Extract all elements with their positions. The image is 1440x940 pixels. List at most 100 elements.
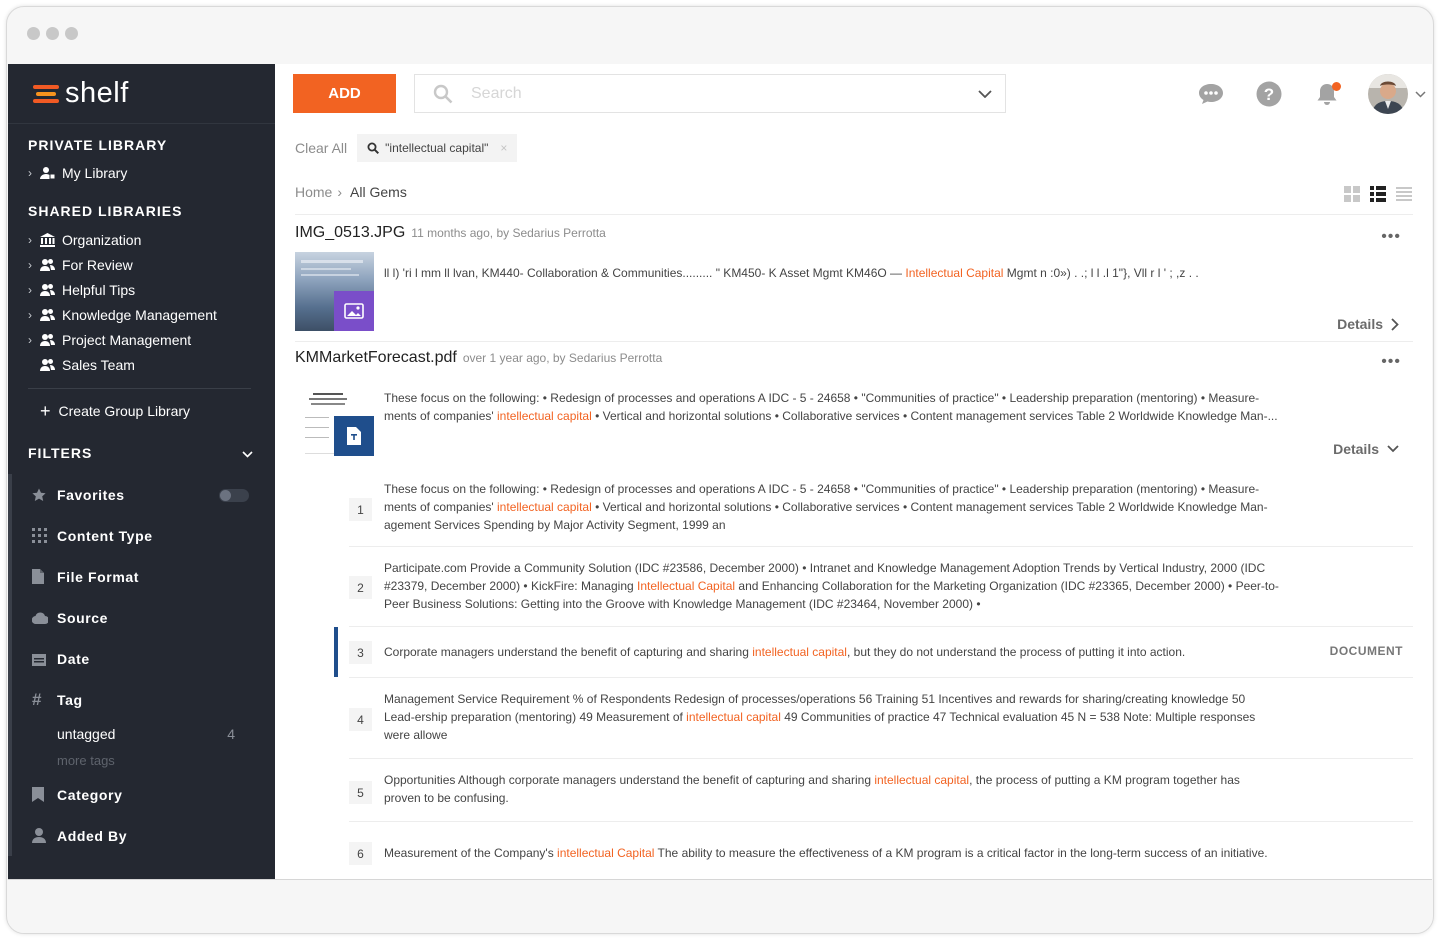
clear-all-link[interactable]: Clear All xyxy=(295,140,347,156)
chevron-right-icon[interactable]: › xyxy=(28,258,40,272)
search-icon xyxy=(415,84,471,104)
filters-header[interactable]: FILTERS xyxy=(8,441,275,465)
window-dot[interactable] xyxy=(27,27,40,40)
grid-view-icon[interactable] xyxy=(1344,186,1360,207)
filter-tag[interactable]: # Tag xyxy=(8,679,275,720)
bell-icon[interactable] xyxy=(1298,72,1356,116)
filter-label: Category xyxy=(57,786,123,803)
gem-card[interactable]: IMG_0513.JPG 11 months ago, by Sedarius … xyxy=(295,224,1413,339)
close-icon[interactable]: × xyxy=(500,141,507,155)
more-options-icon[interactable]: ••• xyxy=(1381,228,1401,246)
search-result[interactable]: 6 Measurement of the Company's intellect… xyxy=(349,822,1413,879)
filter-source[interactable]: Source xyxy=(8,597,275,638)
sidebar-item-sales-team[interactable]: Sales Team xyxy=(8,352,275,377)
gem-card[interactable]: KMMarketForecast.pdf over 1 year ago, by… xyxy=(295,349,1413,464)
result-number: 2 xyxy=(349,576,372,599)
users-icon xyxy=(40,358,62,371)
search-result[interactable]: 5 Opportunities Although corporate manag… xyxy=(349,759,1413,822)
search-result[interactable]: 4 Management Service Requirement % of Re… xyxy=(349,678,1413,759)
sidebar-item-my-library[interactable]: › My Library xyxy=(8,160,275,185)
snippet-text: ll l) 'ri l mm ll lvan, KM440- Collabora… xyxy=(384,266,906,280)
breadcrumb-home[interactable]: Home xyxy=(295,184,332,200)
top-bar: ADD ? xyxy=(275,64,1432,124)
chevron-down-icon[interactable] xyxy=(965,89,1005,98)
window-dot[interactable] xyxy=(46,27,59,40)
result-type-label: DOCUMENT xyxy=(1329,644,1403,658)
snippet-highlight: intellectual capital xyxy=(497,409,592,423)
document-badge-icon xyxy=(334,416,374,456)
result-text-part: The ability to measure the effectiveness… xyxy=(654,846,1268,860)
favorites-toggle[interactable] xyxy=(219,489,249,502)
more-options-icon[interactable]: ••• xyxy=(1381,353,1401,371)
result-number: 4 xyxy=(349,708,372,731)
sidebar-item-label: Helpful Tips xyxy=(62,281,136,298)
filter-date[interactable]: Date xyxy=(8,638,275,679)
details-button[interactable]: Details xyxy=(1333,441,1399,457)
breadcrumb: Home › All Gems xyxy=(295,184,407,200)
more-tags-link[interactable]: more tags xyxy=(8,747,275,774)
bookmark-icon xyxy=(32,774,44,815)
search-input[interactable] xyxy=(471,84,965,103)
users-icon xyxy=(40,258,62,271)
filter-file-format[interactable]: File Format xyxy=(8,556,275,597)
chat-icon[interactable] xyxy=(1182,72,1240,116)
result-number: 1 xyxy=(349,498,372,521)
search-result[interactable]: 1 These focus on the following: • Redesi… xyxy=(349,467,1413,547)
filter-label: Date xyxy=(57,650,90,667)
sidebar-item-label: Organization xyxy=(62,231,142,248)
snippet-highlight: Intellectual Capital xyxy=(905,266,1004,280)
search-result[interactable]: 2 Participate.com Provide a Community So… xyxy=(349,547,1413,627)
sidebar-item-label: Project Management xyxy=(62,331,192,348)
search-bar[interactable] xyxy=(414,74,1006,113)
create-group-library-button[interactable]: + Create Group Library xyxy=(8,399,275,423)
gem-title[interactable]: IMG_0513.JPG xyxy=(295,224,405,242)
window-dot[interactable] xyxy=(65,27,78,40)
details-label: Details xyxy=(1337,316,1383,332)
list-view-icon[interactable] xyxy=(1370,186,1386,207)
image-badge-icon xyxy=(334,291,374,331)
help-icon[interactable]: ? xyxy=(1240,72,1298,116)
chevron-right-icon[interactable]: › xyxy=(28,308,40,322)
gem-thumbnail[interactable] xyxy=(295,377,374,456)
details-label: Details xyxy=(1333,441,1379,457)
avatar[interactable] xyxy=(1368,74,1408,114)
sidebar-item-project-management[interactable]: › Project Management xyxy=(8,327,275,352)
sidebar-item-label: My Library xyxy=(62,164,128,181)
filter-added-by[interactable]: Added By xyxy=(8,815,275,856)
chevron-right-icon xyxy=(1391,317,1399,331)
result-text-part: Measurement of the Company's xyxy=(384,846,558,860)
filter-favorites[interactable]: Favorites xyxy=(8,474,275,515)
search-chip[interactable]: "intellectual capital" × xyxy=(357,134,518,162)
search-result-active[interactable]: 3 Corporate managers understand the bene… xyxy=(334,627,1413,678)
more-tags-label: more tags xyxy=(57,753,115,768)
filter-content-type[interactable]: Content Type xyxy=(8,515,275,556)
main-content: ADD ? Clear All "intelle xyxy=(275,64,1432,879)
chevron-right-icon[interactable]: › xyxy=(28,283,40,297)
users-icon xyxy=(40,308,62,321)
filter-label: Favorites xyxy=(57,486,125,503)
gem-thumbnail[interactable] xyxy=(295,252,374,331)
chevron-right-icon[interactable]: › xyxy=(28,166,40,180)
filter-category[interactable]: Category xyxy=(8,774,275,815)
sidebar-item-for-review[interactable]: › For Review xyxy=(8,252,275,277)
tag-untagged[interactable]: untagged 4 xyxy=(8,720,275,747)
result-number: 6 xyxy=(349,842,372,865)
chevron-right-icon[interactable]: › xyxy=(28,333,40,347)
chevron-down-icon[interactable] xyxy=(1408,90,1432,98)
gem-title[interactable]: KMMarketForecast.pdf xyxy=(295,349,457,367)
details-button[interactable]: Details xyxy=(1337,316,1399,332)
logo[interactable]: shelf xyxy=(8,64,275,124)
shared-libraries-title: SHARED LIBRARIES xyxy=(28,203,183,219)
result-text-part: , but they do not understand the process… xyxy=(846,645,1186,659)
add-button[interactable]: ADD xyxy=(293,74,396,113)
chevron-down-icon[interactable] xyxy=(242,445,253,461)
sidebar-item-organization[interactable]: › Organization xyxy=(8,227,275,252)
tag-label: untagged xyxy=(57,725,116,742)
compact-view-icon[interactable] xyxy=(1396,186,1412,207)
sidebar-item-knowledge-management[interactable]: › Knowledge Management xyxy=(8,302,275,327)
file-icon xyxy=(32,556,44,597)
chevron-right-icon[interactable]: › xyxy=(28,233,40,247)
sidebar-item-helpful-tips[interactable]: › Helpful Tips xyxy=(8,277,275,302)
result-text-part: Corporate managers understand the benefi… xyxy=(384,645,753,659)
user-icon xyxy=(32,815,46,856)
